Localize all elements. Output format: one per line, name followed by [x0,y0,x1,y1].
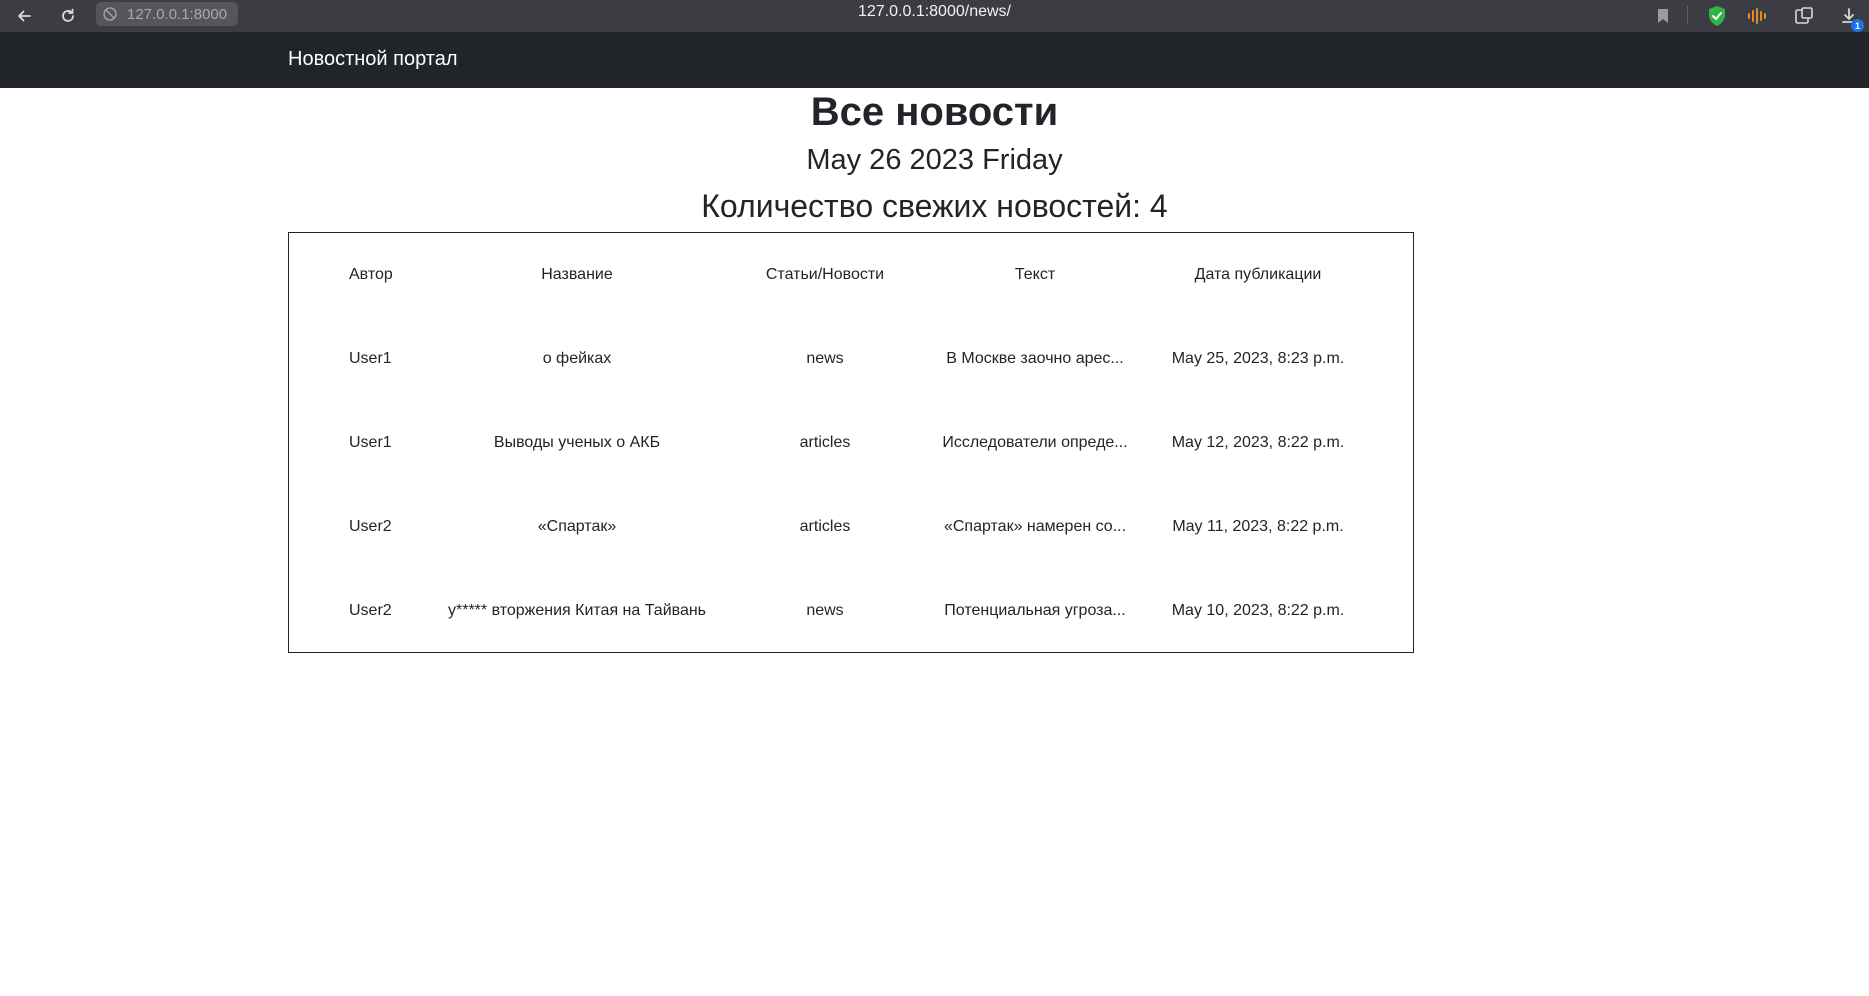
header-title: Название [541,266,613,283]
cell-title: о фейках [542,350,612,367]
cell-text: Исследователи опреде... [942,434,1128,451]
toolbar-divider [1687,6,1688,24]
cell-date: May 25, 2023, 8:23 p.m. [1171,350,1345,367]
header-author: Автор [349,266,393,283]
table-header-row: Автор Название Статьи/Новости Текст Дата… [319,233,1387,317]
current-date: May 26 2023 Friday [806,144,1063,176]
download-icon[interactable]: 1 [1836,3,1864,32]
cell-date: May 11, 2023, 8:22 p.m. [1172,518,1344,535]
cell-title: «Спартак» [537,518,617,535]
header-type: Статьи/Новости [765,266,885,283]
cell-text: «Спартак» намерен со... [943,518,1127,535]
header-date: Дата публикации [1194,266,1322,283]
cell-type: news [806,350,844,367]
cell-author: User1 [349,350,392,367]
shield-check-icon[interactable] [1704,3,1730,29]
cell-type: articles [799,434,851,451]
url-text: 127.0.0.1:8000/news/ [857,3,1011,20]
site-navbar: Новостной портал [0,32,1869,88]
cell-author: User2 [349,518,392,535]
extensions-icon[interactable] [1791,3,1817,29]
bookmark-icon[interactable] [1650,3,1676,29]
cell-author: User2 [349,602,392,619]
page-title: Все новости [810,90,1059,134]
cell-title: Выводы ученых о АКБ [493,434,661,451]
cell-author: User1 [349,434,392,451]
address-bar[interactable]: 127.0.0.1:8000/news/ [0,3,1869,21]
table-row: User2 «Спартак» articles «Спартак» намер… [319,485,1387,569]
fresh-news-count: Количество свежих новостей: 4 [701,188,1168,224]
download-count-badge: 1 [1851,19,1864,32]
cell-date: May 12, 2023, 8:22 p.m. [1171,434,1345,451]
table-row: User1 о фейках news В Москве заочно арес… [319,317,1387,401]
audio-wave-icon[interactable] [1745,3,1771,29]
header-text: Текст [1014,266,1056,283]
navbar-brand-link[interactable]: Новостной портал [288,48,458,71]
news-table: Автор Название Статьи/Новости Текст Дата… [319,233,1387,653]
cell-date: May 10, 2023, 8:22 p.m. [1171,602,1345,619]
cell-type: news [806,602,844,619]
cell-text: В Москве заочно арес... [946,350,1124,367]
news-table-frame: Автор Название Статьи/Новости Текст Дата… [288,232,1414,653]
browser-toolbar: 127.0.0.1:8000 127.0.0.1:8000/news/ 1 [0,0,1869,32]
cell-title: у***** вторжения Китая на Тайвань [447,602,707,619]
cell-text: Потенциальная угроза... [944,602,1126,619]
table-row: User1 Выводы ученых о АКБ articles Иссле… [319,401,1387,485]
cell-type: articles [799,518,851,535]
table-row: User2 у***** вторжения Китая на Тайвань … [319,569,1387,653]
